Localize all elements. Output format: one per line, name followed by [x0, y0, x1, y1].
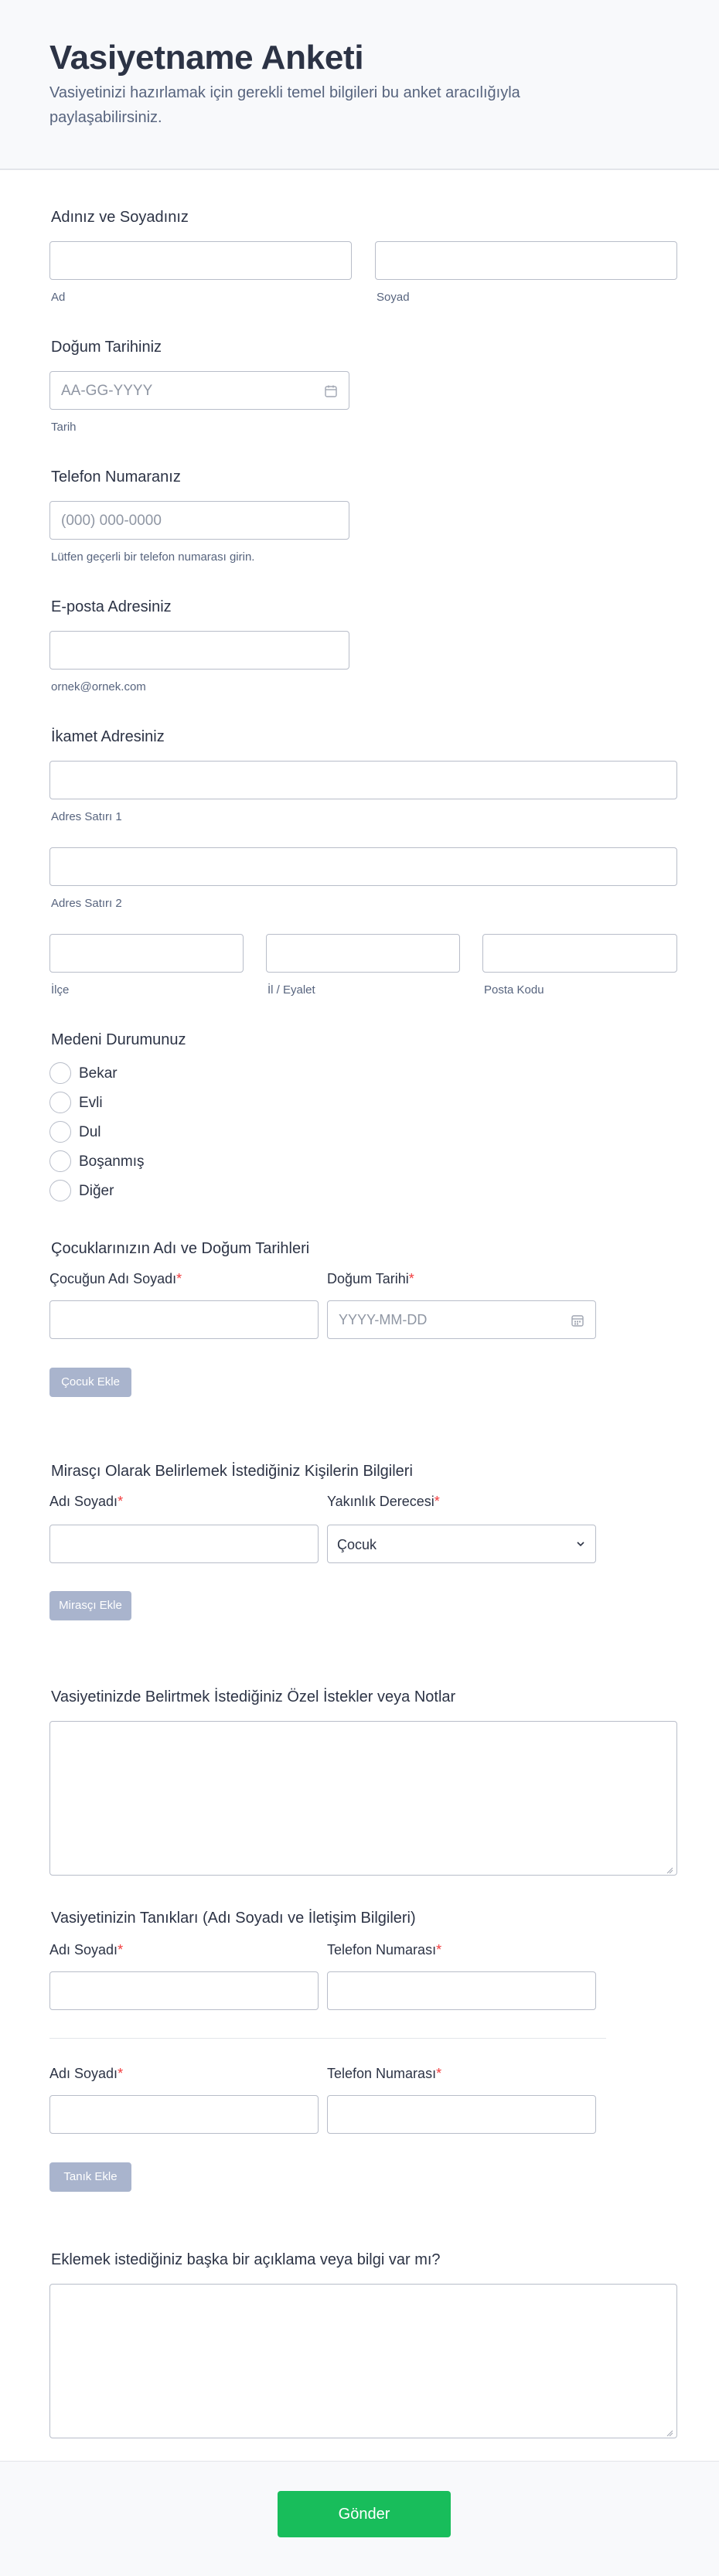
witness1-phone-column-label: Telefon Numarası* [327, 1942, 441, 1958]
radio-circle[interactable] [49, 1121, 71, 1143]
province-sublabel: İl / Eyalet [267, 983, 315, 997]
marital-label: Medeni Durumunuz [51, 1031, 186, 1048]
heir-name-column-label: Adı Soyadı* [49, 1494, 123, 1510]
required-mark: * [118, 2066, 124, 2081]
email-sublabel: ornek@ornek.com [51, 680, 146, 693]
witness1-name-column-label: Adı Soyadı* [49, 1942, 123, 1958]
radio-circle[interactable] [49, 1092, 71, 1113]
witness-phone-column-text: Telefon Numarası [327, 2066, 437, 2081]
witness-phone-column-text: Telefon Numarası [327, 1942, 437, 1958]
name-label: Adınız ve Soyadınız [51, 209, 189, 226]
zip-input[interactable] [482, 934, 677, 973]
witness-name-column-text: Adı Soyadı [49, 1942, 118, 1958]
heirs-label: Mirasçı Olarak Belirlemek İstediğiniz Ki… [51, 1463, 413, 1480]
first-name-input[interactable] [49, 241, 352, 280]
phone-sublabel: Lütfen geçerli bir telefon numarası giri… [51, 550, 255, 564]
last-name-input[interactable] [375, 241, 677, 280]
last-name-sublabel: Soyad [377, 291, 410, 304]
radio-option-evli[interactable]: Evli [49, 1092, 204, 1113]
radio-label: Diğer [79, 1183, 114, 1199]
zip-sublabel: Posta Kodu [484, 983, 544, 997]
radio-option-diger[interactable]: Diğer [49, 1180, 204, 1201]
radio-option-bekar[interactable]: Bekar [49, 1062, 204, 1084]
radio-label: Dul [79, 1124, 101, 1140]
province-input[interactable] [266, 934, 460, 973]
heir-relation-column-label: Yakınlık Derecesi* [327, 1494, 440, 1510]
required-mark: * [436, 1942, 442, 1958]
address-line1-input[interactable] [49, 761, 677, 799]
child-name-column-label: Çocuğun Adı Soyadı* [49, 1271, 182, 1287]
child-name-input[interactable] [49, 1300, 319, 1339]
address-line2-sublabel: Adres Satırı 2 [51, 897, 122, 910]
extra-textarea[interactable] [49, 2284, 677, 2438]
extra-label: Eklemek istediğiniz başka bir açıklama v… [51, 2251, 441, 2268]
resize-handle-icon[interactable] [666, 1864, 673, 1874]
radio-circle[interactable] [49, 1150, 71, 1172]
notes-textarea[interactable] [49, 1721, 677, 1876]
required-mark: * [176, 1271, 182, 1286]
form-header: Vasiyetname Anketi Vasiyetinizi hazırlam… [0, 0, 719, 170]
witness2-name-input[interactable] [49, 2095, 319, 2134]
child-birth-date-input[interactable]: YYYY-MM-DD [327, 1300, 596, 1339]
form-footer: Gönder [0, 2461, 719, 2576]
address-label: İkamet Adresiniz [51, 728, 165, 745]
heir-relation-value: Çocuk [337, 1537, 377, 1552]
witnesses-label: Vasiyetinizin Tanıkları (Adı Soyadı ve İ… [51, 1910, 416, 1927]
email-input[interactable] [49, 631, 349, 670]
calendar-icon[interactable] [571, 1314, 584, 1327]
radio-option-dul[interactable]: Dul [49, 1121, 204, 1143]
child-birth-date-placeholder: YYYY-MM-DD [339, 1312, 428, 1327]
radio-label: Bekar [79, 1065, 118, 1082]
radio-circle[interactable] [49, 1062, 71, 1084]
submit-button[interactable]: Gönder [278, 2491, 451, 2537]
witness2-phone-input[interactable] [327, 2095, 596, 2134]
radio-circle[interactable] [49, 1180, 71, 1201]
phone-input[interactable]: (000) 000-0000 [49, 501, 349, 540]
add-heir-button[interactable]: Mirasçı Ekle [49, 1591, 131, 1620]
birth-date-input[interactable]: AA-GG-YYYY [49, 371, 349, 410]
witness1-name-input[interactable] [49, 1971, 319, 2010]
birth-date-label: Doğum Tarihiniz [51, 339, 162, 356]
heir-name-column-text: Adı Soyadı [49, 1494, 118, 1509]
birth-date-placeholder: AA-GG-YYYY [61, 383, 153, 399]
children-label: Çocuklarınızın Adı ve Doğum Tarihleri [51, 1240, 310, 1257]
heir-relation-column-text: Yakınlık Derecesi [327, 1494, 434, 1509]
witness-name-column-text: Adı Soyadı [49, 2066, 118, 2081]
add-witness-button[interactable]: Tanık Ekle [49, 2162, 131, 2192]
resize-handle-icon[interactable] [666, 2427, 673, 2437]
required-mark: * [118, 1494, 124, 1509]
required-mark: * [434, 1494, 440, 1509]
add-child-button[interactable]: Çocuk Ekle [49, 1368, 131, 1397]
witness2-name-column-label: Adı Soyadı* [49, 2066, 123, 2082]
email-label: E-posta Adresiniz [51, 598, 172, 615]
witness1-phone-input[interactable] [327, 1971, 596, 2010]
heir-name-input[interactable] [49, 1525, 319, 1563]
district-sublabel: İlçe [51, 983, 70, 997]
child-name-column-text: Çocuğun Adı Soyadı [49, 1271, 177, 1286]
radio-option-bosanmis[interactable]: Boşanmış [49, 1150, 204, 1172]
required-mark: * [118, 1942, 124, 1958]
required-mark: * [408, 1271, 414, 1286]
form-subtitle: Vasiyetinizi hazırlamak için gerekli tem… [49, 84, 520, 126]
address-line1-sublabel: Adres Satırı 1 [51, 810, 122, 823]
witness2-phone-column-label: Telefon Numarası* [327, 2066, 441, 2082]
required-mark: * [436, 2066, 442, 2081]
district-input[interactable] [49, 934, 244, 973]
witness-divider [49, 2038, 606, 2039]
calendar-icon[interactable] [324, 384, 338, 398]
address-line2-input[interactable] [49, 847, 677, 886]
radio-label: Boşanmış [79, 1153, 145, 1170]
child-birth-column-label: Doğum Tarihi* [327, 1271, 414, 1287]
phone-placeholder: (000) 000-0000 [61, 513, 162, 529]
birth-date-sublabel: Tarih [51, 421, 77, 434]
phone-label: Telefon Numaranız [51, 469, 181, 486]
heir-relation-select[interactable]: Çocuk [327, 1525, 596, 1563]
notes-label: Vasiyetinizde Belirtmek İstediğiniz Özel… [51, 1688, 456, 1705]
child-birth-column-text: Doğum Tarihi [327, 1271, 409, 1286]
chevron-down-icon [575, 1538, 586, 1549]
radio-label: Evli [79, 1095, 103, 1111]
first-name-sublabel: Ad [51, 291, 66, 304]
form-title: Vasiyetname Anketi [49, 39, 364, 77]
